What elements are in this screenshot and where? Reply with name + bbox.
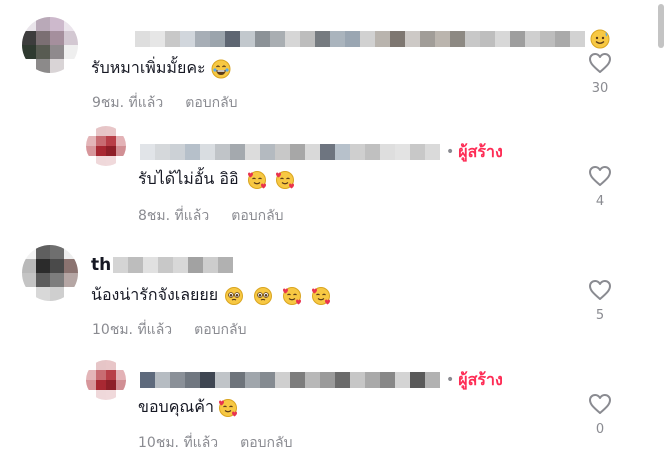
reply-button[interactable]: ตอบกลับ [185,95,237,111]
avatar[interactable] [22,17,78,73]
comment-time: 10ชม. ที่แล้ว [92,322,173,338]
username-blur [113,257,234,273]
comment-text: รับได้ไม่อั้น อิอิ [138,167,295,192]
creator-badge: ผู้สร้าง [458,141,503,161]
avatar[interactable] [86,360,126,400]
comment-text-content: ขอบคุณค้า [138,397,214,416]
like-count: 4 [595,194,605,209]
like-count: 0 [595,422,605,437]
comment-meta: 10ชม. ที่แล้ว ตอบกลับ [138,432,292,454]
comment-meta: 8ชม. ที่แล้ว ตอบกลับ [138,205,284,227]
like-count: 5 [595,308,605,323]
scrollbar[interactable] [656,0,666,469]
reply-button[interactable]: ตอบกลับ [231,208,283,224]
comment-item: • ผู้สร้าง รับได้ไม่อั้น อิอิ 8ชม. ที่แล… [0,118,640,236]
comment-meta: 9ชม. ที่แล้ว ตอบกลับ [92,92,238,114]
smiling-hearts-emoji [218,398,237,417]
comment-item: • ผู้สร้าง ขอบคุณค้า 10ชม. ที่แล้ว ตอบกลั… [0,352,640,469]
smiling-hearts-emoji [247,170,266,189]
sweat-smile-emoji [590,29,610,49]
like-button[interactable]: 30 [585,52,615,96]
username-text: th [91,255,112,275]
heart-outline-icon [589,280,611,300]
comment-item: th น้องน่ารักจังเลยยย 10ชม. ที่แล้ว ตอบกล… [0,236,640,352]
reply-button[interactable]: ตอบกลับ [194,322,246,338]
smiling-hearts-emoji [312,286,331,305]
smiling-hearts-emoji [283,286,302,305]
comment-item: รับหมาเพิ่มมั้ยคะ 9ชม. ที่แล้ว ตอบกลับ 30 [0,0,640,118]
comment-username[interactable] [135,28,610,50]
comment-time: 8ชม. ที่แล้ว [138,208,210,224]
comment-text: น้องน่ารักจังเลยยย [91,283,331,308]
comment-username[interactable]: • ผู้สร้าง [140,369,503,391]
reply-button[interactable]: ตอบกลับ [240,435,292,451]
comment-text: รับหมาเพิ่มมั้ยคะ [91,56,231,81]
separator-dot: • [446,372,455,388]
comment-text-content: รับหมาเพิ่มมั้ยคะ [91,58,206,77]
smiling-hearts-emoji [275,170,294,189]
pleading-face-emoji [254,286,273,305]
like-count: 30 [591,81,609,96]
heart-outline-icon [589,53,611,73]
like-button[interactable]: 5 [585,279,615,323]
avatar[interactable] [22,245,78,301]
separator-dot: • [446,144,455,160]
avatar[interactable] [86,126,126,166]
comment-text-content: น้องน่ารักจังเลยยย [91,285,219,304]
pleading-face-emoji [225,286,244,305]
username-blur [140,144,440,160]
comment-time: 10ชม. ที่แล้ว [138,435,219,451]
heart-outline-icon [589,394,611,414]
comment-username[interactable]: th [91,254,234,276]
comment-meta: 10ชม. ที่แล้ว ตอบกลับ [92,319,246,341]
scrollbar-thumb[interactable] [658,4,664,48]
username-blur [140,372,440,388]
like-button[interactable]: 4 [585,165,615,209]
like-button[interactable]: 0 [585,393,615,437]
comment-text-content: รับได้ไม่อั้น อิอิ [138,169,239,188]
creator-badge: ผู้สร้าง [458,369,503,389]
laughing-emoji [211,59,231,78]
comment-time: 9ชม. ที่แล้ว [92,95,164,111]
username-blur [135,31,585,47]
heart-outline-icon [589,166,611,186]
comment-username[interactable]: • ผู้สร้าง [140,141,503,163]
comment-text: ขอบคุณค้า [138,395,238,420]
